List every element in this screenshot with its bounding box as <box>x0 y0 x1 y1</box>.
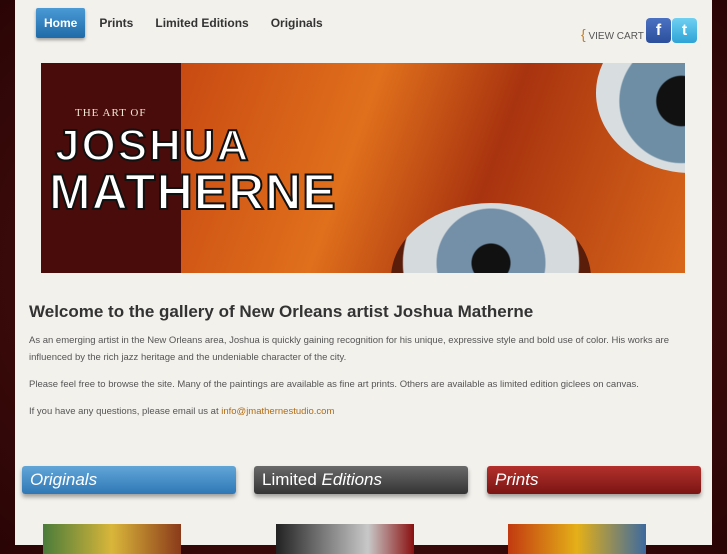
hero-name-last: MATHERNE <box>48 163 337 221</box>
cart-brace-open: { <box>581 26 586 42</box>
prints-box-header[interactable]: Prints <box>487 466 701 494</box>
main-nav: Home Prints Limited Editions Originals <box>36 6 337 40</box>
browse-paragraph: Please feel free to browse the site. Man… <box>29 379 639 390</box>
twitter-icon[interactable]: t <box>672 18 697 43</box>
page-container: Home Prints Limited Editions Originals {… <box>15 0 712 554</box>
hero-banner: THE ART OF JOSHUA MATHERNE <box>41 63 685 273</box>
view-cart-link[interactable]: { VIEW CART } <box>581 26 651 42</box>
limited-editions-thumbnail[interactable] <box>276 524 414 554</box>
painting-eye-lower <box>391 203 591 273</box>
facebook-icon[interactable]: f <box>646 18 671 43</box>
intro-paragraph: As an emerging artist in the New Orleans… <box>29 335 669 363</box>
view-cart-label[interactable]: VIEW CART <box>588 31 643 42</box>
nav-prints[interactable]: Prints <box>91 8 141 38</box>
nav-limited-editions[interactable]: Limited Editions <box>147 8 256 38</box>
contact-paragraph: If you have any questions, please email … <box>29 403 689 420</box>
email-link[interactable]: info@jmathernestudio.com <box>221 406 334 417</box>
nav-originals[interactable]: Originals <box>263 8 331 38</box>
editions-word: Editions <box>321 470 383 489</box>
contact-text: If you have any questions, please email … <box>29 406 222 417</box>
originals-box-header[interactable]: Originals <box>22 466 236 494</box>
nav-home[interactable]: Home <box>36 8 86 38</box>
originals-thumbnail[interactable] <box>43 524 181 554</box>
prints-thumbnail[interactable] <box>508 524 646 554</box>
hero-subtitle: THE ART OF <box>75 107 147 119</box>
painting-eye-upper <box>596 63 685 173</box>
page-title: Welcome to the gallery of New Orleans ar… <box>29 302 534 321</box>
limited-editions-box-header[interactable]: Limited Editions <box>254 466 468 494</box>
limited-word: Limited <box>262 470 322 489</box>
